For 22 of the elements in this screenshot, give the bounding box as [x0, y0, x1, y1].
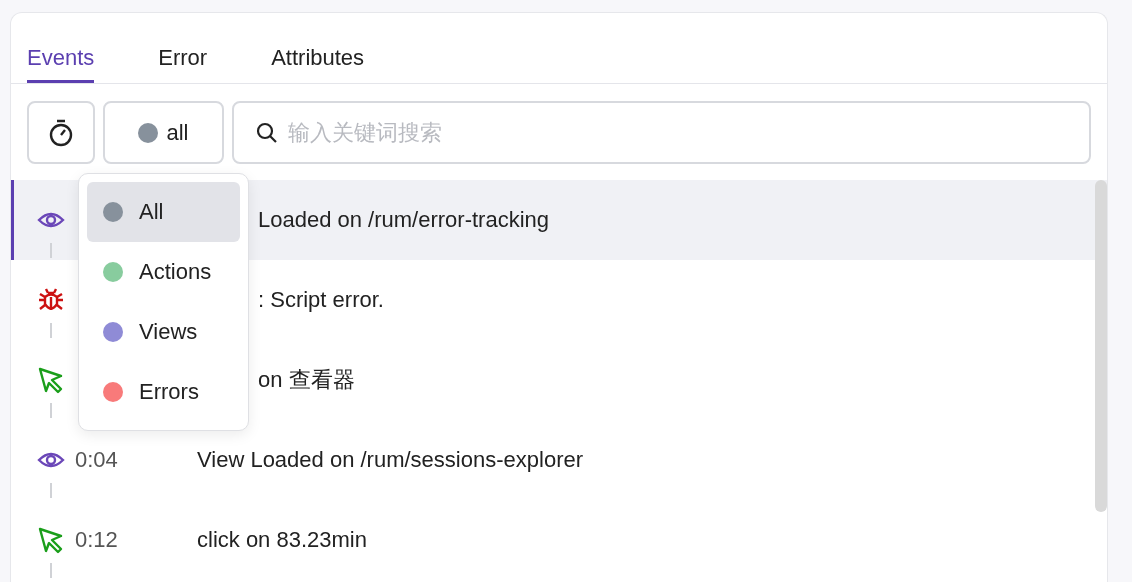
tab[interactable]: Events: [27, 13, 95, 83]
menu-item[interactable]: All: [87, 182, 240, 242]
cursor-icon: [37, 526, 65, 554]
event-message: on 查看器: [257, 366, 355, 394]
timer-button[interactable]: [27, 101, 95, 164]
menu-item[interactable]: Views: [87, 302, 240, 362]
scrollbar[interactable]: [1095, 180, 1107, 512]
event-message: View Loaded on /rum/sessions-explorer: [197, 446, 584, 474]
search-field[interactable]: 输入关键词搜索: [232, 101, 1091, 164]
event-time: 0:12: [74, 526, 119, 554]
event-message: Loaded on /rum/error-tracking: [257, 206, 550, 234]
tab[interactable]: Attributes: [271, 13, 365, 83]
search-icon: [256, 122, 278, 144]
stopwatch-icon: [48, 118, 74, 147]
menu-item[interactable]: Errors: [87, 362, 240, 422]
event-message: click on 83.23min: [197, 526, 367, 554]
filter-dropdown[interactable]: all: [103, 101, 224, 164]
tab[interactable]: Error: [158, 13, 208, 83]
cursor-icon: [37, 366, 65, 394]
event-row[interactable]: 0:04 View Loaded on /rum/sessions-explorer: [11, 420, 1107, 500]
event-time: 0:04: [74, 446, 119, 474]
event-row[interactable]: 0:12 click on 83.23min: [11, 500, 1107, 580]
